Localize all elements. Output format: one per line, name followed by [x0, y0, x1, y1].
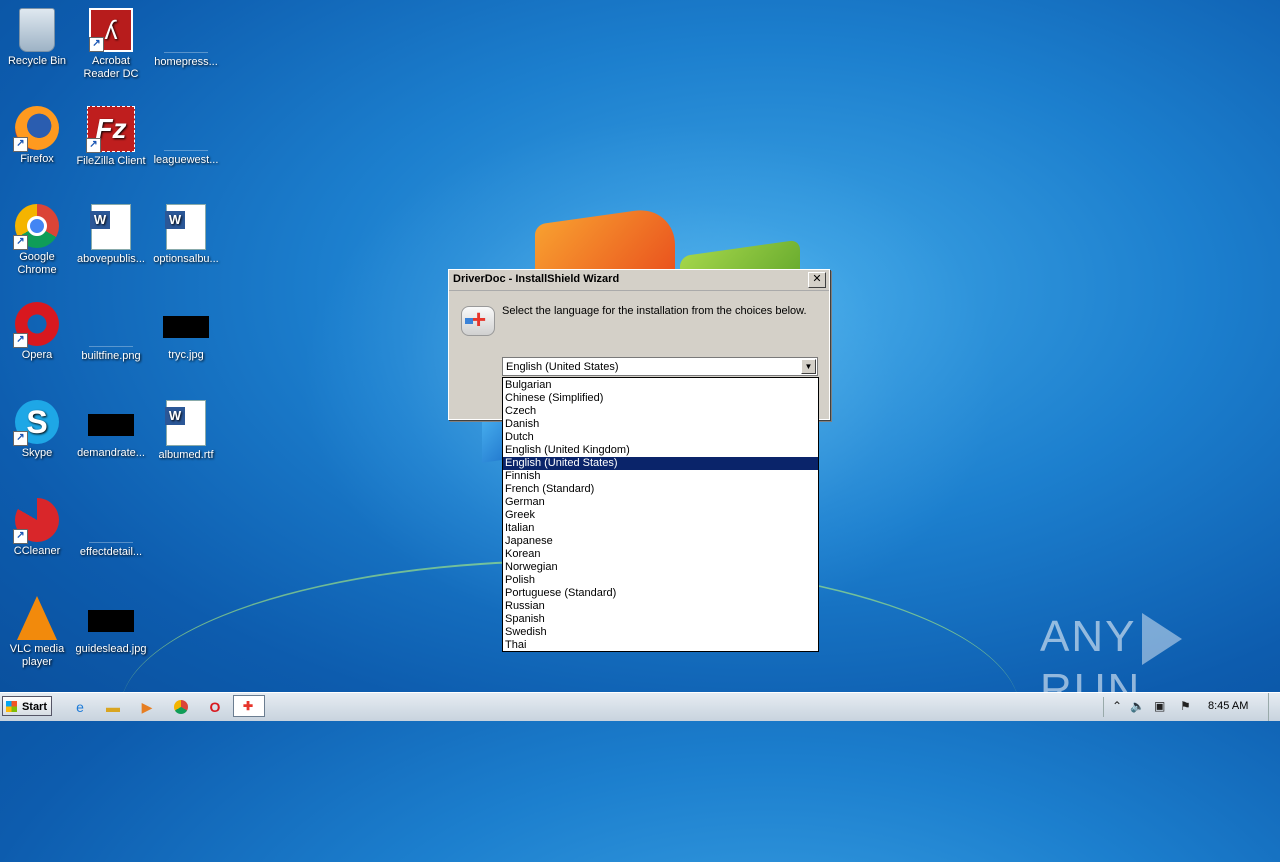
desktop-icon-abovepublis[interactable]: W abovepublis... — [74, 204, 148, 266]
language-option[interactable]: French (Standard) — [503, 483, 818, 496]
filezilla-icon: Fz ↗ — [86, 106, 135, 153]
image-file-icon — [88, 610, 134, 632]
shortcut-arrow-icon: ↗ — [13, 431, 28, 446]
dialog-title: DriverDoc - InstallShield Wizard — [453, 273, 620, 285]
shortcut-arrow-icon: ↗ — [13, 529, 28, 544]
blank-file-icon — [89, 498, 133, 543]
taskbar: Start e ▬ ▶ O ✚ ⌃ 🔈 ▣ ⚑ 8:45 AM — [0, 692, 1280, 721]
language-option[interactable]: Chinese (Simplified) — [503, 392, 818, 405]
desktop-icon-leaguewest[interactable]: leaguewest... — [149, 106, 223, 167]
word-doc-icon: W — [165, 400, 206, 446]
image-file-icon — [163, 316, 209, 338]
language-option[interactable]: Portuguese (Standard) — [503, 587, 818, 600]
ccleaner-icon: ↗ — [13, 498, 59, 544]
desktop-icon-acrobat[interactable]: ʎ ↗ Acrobat Reader DC — [74, 8, 148, 81]
dialog-titlebar[interactable]: DriverDoc - InstallShield Wizard ✕ — [449, 270, 829, 291]
language-dropdown-list: Bulgarian Chinese (Simplified) Czech Dan… — [502, 377, 819, 652]
language-option[interactable]: Greek — [503, 509, 818, 522]
internet-explorer-icon[interactable]: e — [70, 697, 90, 717]
blank-file-icon — [164, 8, 208, 53]
shortcut-arrow-icon: ↗ — [86, 138, 101, 153]
blank-file-icon — [164, 106, 208, 151]
start-button[interactable]: Start — [2, 696, 52, 716]
desktop-icon-builtfine[interactable]: builtfine.png — [74, 302, 148, 363]
show-desktop-button[interactable] — [1268, 693, 1280, 721]
desktop-icon-homepress[interactable]: homepress... — [149, 8, 223, 69]
language-option[interactable]: Japanese — [503, 535, 818, 548]
word-doc-icon: W — [165, 204, 206, 250]
language-option[interactable]: Czech — [503, 405, 818, 418]
recycle-bin-icon — [19, 8, 55, 52]
language-option[interactable]: Norwegian — [503, 561, 818, 574]
action-center-flag-icon[interactable]: ⚑ — [1180, 699, 1191, 713]
chrome-icon: ↗ — [13, 204, 59, 250]
desktop-icon-albumed[interactable]: W albumed.rtf — [149, 400, 223, 462]
volume-icon[interactable]: 🔈 — [1130, 699, 1145, 713]
installer-taskbar-button[interactable]: ✚ — [233, 695, 265, 717]
close-button[interactable]: ✕ — [808, 272, 826, 288]
language-option[interactable]: Korean — [503, 548, 818, 561]
chrome-taskbar-icon[interactable] — [174, 700, 188, 714]
desktop-icon-optionsalbu[interactable]: W optionsalbu... — [149, 204, 223, 266]
network-icon[interactable]: ▣ — [1154, 699, 1165, 713]
dialog-message: Select the language for the installation… — [502, 305, 807, 317]
desktop-icon-opera[interactable]: ↗ Opera — [0, 302, 74, 362]
language-option[interactable]: Polish — [503, 574, 818, 587]
desktop-icon-filezilla[interactable]: Fz ↗ FileZilla Client — [74, 106, 148, 168]
media-player-icon[interactable]: ▶ — [137, 697, 157, 717]
shortcut-arrow-icon: ↗ — [13, 137, 28, 152]
language-option[interactable]: Dutch — [503, 431, 818, 444]
desktop-icon-effectdetail[interactable]: effectdetail... — [74, 498, 148, 559]
installer-icon — [461, 304, 495, 336]
language-select-value: English (United States) — [506, 361, 619, 373]
skype-icon: S ↗ — [13, 400, 59, 446]
language-option[interactable]: Swedish — [503, 626, 818, 639]
desktop-icon-vlc[interactable]: VLC media player — [0, 596, 74, 669]
installer-taskbar-icon: ✚ — [243, 699, 254, 713]
language-option-selected[interactable]: English (United States) — [503, 457, 818, 470]
desktop-icon-tryc[interactable]: tryc.jpg — [149, 302, 223, 362]
shortcut-arrow-icon: ↗ — [89, 37, 104, 52]
acrobat-icon: ʎ ↗ — [89, 8, 133, 52]
desktop-icon-demandrate[interactable]: demandrate... — [74, 400, 148, 460]
language-option[interactable]: English (United Kingdom) — [503, 444, 818, 457]
desktop-icon-firefox[interactable]: ↗ Firefox — [0, 106, 74, 166]
desktop-icon-skype[interactable]: S ↗ Skype — [0, 400, 74, 460]
language-option[interactable]: Danish — [503, 418, 818, 431]
opera-taskbar-icon[interactable]: O — [205, 697, 225, 717]
tray-divider — [1103, 697, 1104, 717]
desktop-icon-chrome[interactable]: ↗ Google Chrome — [0, 204, 74, 277]
image-file-icon — [89, 302, 133, 347]
clock[interactable]: 8:45 AM — [1208, 700, 1248, 712]
desktop-icon-guideslead[interactable]: guideslead.jpg — [74, 596, 148, 656]
language-option[interactable]: Finnish — [503, 470, 818, 483]
play-logo-icon — [1142, 613, 1183, 666]
chevron-down-icon[interactable]: ▼ — [801, 359, 816, 374]
language-option[interactable]: Italian — [503, 522, 818, 535]
desktop-icon-recycle-bin[interactable]: Recycle Bin — [0, 8, 74, 68]
language-option[interactable]: Bulgarian — [503, 379, 818, 392]
word-doc-icon: W — [90, 204, 131, 250]
firefox-icon: ↗ — [13, 106, 59, 152]
tray-expand-icon[interactable]: ⌃ — [1112, 699, 1122, 713]
language-option[interactable]: Russian — [503, 600, 818, 613]
language-select[interactable]: English (United States) ▼ — [502, 357, 818, 376]
image-file-icon — [88, 414, 134, 436]
opera-icon: ↗ — [13, 302, 59, 348]
language-option[interactable]: Thai — [503, 639, 818, 652]
file-explorer-icon[interactable]: ▬ — [103, 697, 123, 717]
shortcut-arrow-icon: ↗ — [13, 235, 28, 250]
vlc-icon — [17, 596, 57, 640]
language-option[interactable]: German — [503, 496, 818, 509]
desktop-icon-ccleaner[interactable]: ↗ CCleaner — [0, 498, 74, 558]
language-option[interactable]: Spanish — [503, 613, 818, 626]
shortcut-arrow-icon: ↗ — [13, 333, 28, 348]
